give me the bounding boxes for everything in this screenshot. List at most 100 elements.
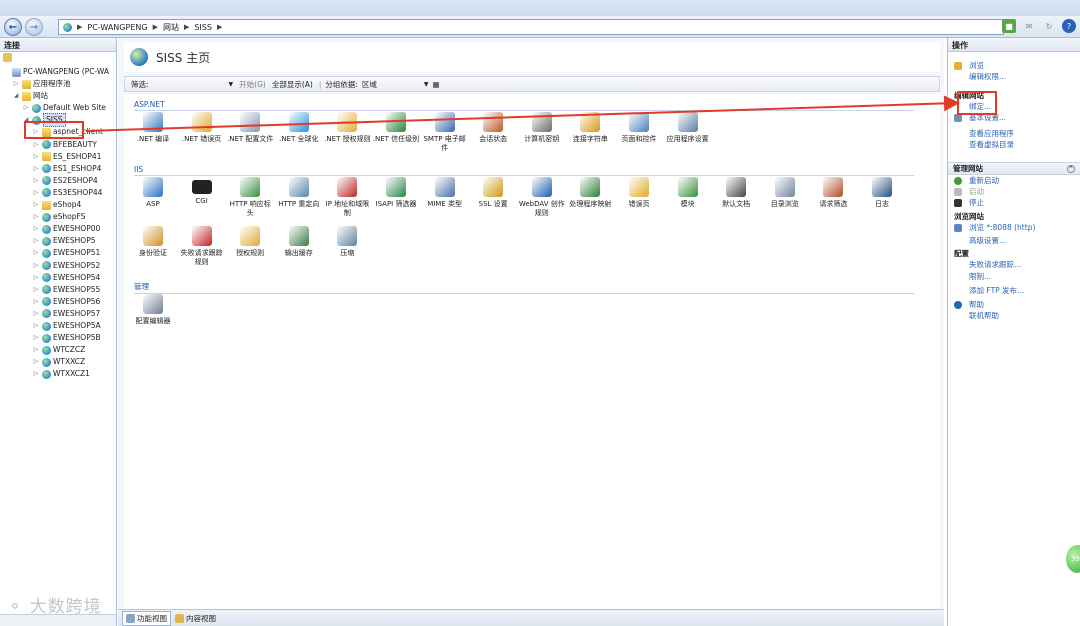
tree-node[interactable]: ▷ EWESHOP57 (0, 308, 116, 320)
tree-node[interactable]: ▷ WTXXCZ (0, 356, 116, 368)
tree-node[interactable]: ▷ 应用程序池 (0, 78, 116, 90)
tree-node[interactable]: ▷ EWESHOP51 (0, 247, 116, 259)
tab-features-view[interactable]: 功能视图 (122, 610, 171, 626)
collapsed-arrow-icon[interactable]: ▷ (32, 151, 40, 163)
forward-button[interactable]: → (25, 18, 43, 36)
tab-content-view[interactable]: 内容视图 (175, 613, 216, 624)
feature-item[interactable]: 身份验证 (129, 226, 177, 258)
go-button[interactable]: 开始(G) (239, 79, 266, 90)
feature-item[interactable]: 处理程序映射 (566, 177, 614, 209)
group-by-select[interactable]: 区域 (362, 79, 424, 90)
feature-item[interactable]: 默认文档 (712, 177, 760, 209)
breadcrumb-item[interactable]: PC-WANGPENG (87, 23, 147, 32)
tree-node[interactable]: ▷ WTCZCZ (0, 344, 116, 356)
feature-item[interactable]: .NET 编译 (129, 112, 177, 144)
server-icon[interactable]: ■ (1002, 19, 1016, 33)
feature-item[interactable]: .NET 错误页 (178, 112, 226, 144)
add-ftp-publishing-link[interactable]: 添加 FTP 发布... (948, 285, 1080, 296)
browse-link[interactable]: 浏览 (948, 60, 1080, 71)
collapsed-arrow-icon[interactable]: ▷ (32, 175, 40, 187)
tree-node[interactable]: ▷ EWESHOP5 (0, 235, 116, 247)
collapsed-arrow-icon[interactable]: ▷ (32, 356, 40, 368)
expanded-arrow-icon[interactable]: ◢ (12, 90, 20, 102)
collapsed-arrow-icon[interactable]: ▷ (32, 284, 40, 296)
feature-item[interactable]: 页面和控件 (615, 112, 663, 144)
feature-item[interactable]: .NET 授权规则 (323, 112, 371, 144)
feature-item[interactable]: ISAPI 筛选器 (372, 177, 420, 209)
tree-node[interactable]: ▷ EWESHOP5B (0, 332, 116, 344)
collapsed-arrow-icon[interactable]: ▷ (32, 260, 40, 272)
help-icon[interactable]: ? (1062, 19, 1076, 33)
collapsed-arrow-icon[interactable]: ▷ (32, 368, 40, 380)
collapsed-arrow-icon[interactable]: ▷ (32, 308, 40, 320)
tree-node[interactable]: ▷ eShopFS (0, 211, 116, 223)
manage-site-heading[interactable]: 管理网站 ^ (948, 162, 1080, 175)
feature-item[interactable]: HTTP 响应标头 (226, 177, 274, 218)
collapsed-arrow-icon[interactable]: ▷ (32, 223, 40, 235)
failed-request-tracing-link[interactable]: 失败请求跟踪... (948, 259, 1080, 270)
online-help-link[interactable]: 联机帮助 (948, 310, 1080, 321)
feature-item[interactable]: 连接字符串 (566, 112, 614, 144)
feature-item[interactable]: SSL 设置 (469, 177, 517, 209)
collapsed-arrow-icon[interactable]: ▷ (32, 211, 40, 223)
collapsed-arrow-icon[interactable]: ▷ (32, 344, 40, 356)
breadcrumb-item[interactable]: SISS (194, 23, 212, 32)
tree-node[interactable]: ▷ EWESHOP55 (0, 284, 116, 296)
collapsed-arrow-icon[interactable]: ▷ (32, 199, 40, 211)
feature-item[interactable]: .NET 信任级别 (372, 112, 420, 144)
collapsed-arrow-icon[interactable]: ▷ (32, 247, 40, 259)
show-all-button[interactable]: 全部显示(A) (272, 79, 313, 90)
feature-item[interactable]: CGI (178, 177, 226, 206)
view-mode-icon[interactable]: ▦ (433, 80, 440, 89)
connect-icon[interactable] (3, 53, 12, 62)
back-button[interactable]: ← (4, 18, 22, 36)
feature-item[interactable]: 会话状态 (469, 112, 517, 144)
feature-item[interactable]: 请求筛选 (809, 177, 857, 209)
tree-node[interactable]: ▷ WTXXCZ1 (0, 368, 116, 380)
collapsed-arrow-icon[interactable]: ▷ (32, 187, 40, 199)
dropdown-arrow-icon[interactable]: ▼ (229, 81, 234, 88)
collapsed-arrow-icon[interactable]: ▷ (32, 235, 40, 247)
feature-item[interactable]: 授权规则 (226, 226, 274, 258)
feature-item[interactable]: 日志 (858, 177, 906, 209)
help-link[interactable]: 帮助 (948, 299, 1080, 310)
tree-node[interactable]: ▷ eShop4 (0, 199, 116, 211)
tree-node[interactable]: ◢ 网站 (0, 90, 116, 102)
collapsed-arrow-icon[interactable]: ▷ (22, 102, 30, 114)
collapse-icon[interactable]: ^ (1067, 165, 1075, 173)
collapsed-arrow-icon[interactable]: ▷ (12, 78, 20, 90)
feature-item[interactable]: 应用程序设置 (664, 112, 712, 144)
tree-node[interactable]: PC-WANGPENG (PC-WA (0, 66, 116, 78)
tree-node[interactable]: ▷ BFEBEAUTY (0, 139, 116, 151)
feature-item[interactable]: 失败请求跟踪规则 (178, 226, 226, 267)
collapsed-arrow-icon[interactable]: ▷ (32, 272, 40, 284)
breadcrumb-item[interactable]: 网站 (163, 22, 179, 33)
limits-link[interactable]: 限制... (948, 271, 1080, 282)
tree-node[interactable]: ▷ ES3ESHOP44 (0, 187, 116, 199)
breadcrumb[interactable]: ▶ PC-WANGPENG ▶ 网站 ▶ SISS ▶ (58, 19, 1004, 35)
collapsed-arrow-icon[interactable]: ▷ (32, 320, 40, 332)
feature-item[interactable]: 模块 (664, 177, 712, 209)
collapsed-arrow-icon[interactable]: ▷ (32, 332, 40, 344)
stop-link[interactable]: 停止 (948, 197, 1080, 208)
feature-item[interactable]: 错误页 (615, 177, 663, 209)
tree-node[interactable]: ▷ ES1_ESHOP4 (0, 163, 116, 175)
feature-item[interactable]: 计算机密钥 (518, 112, 566, 144)
feature-item[interactable]: 配置编辑器 (129, 294, 177, 326)
feature-item[interactable]: 目录浏览 (761, 177, 809, 209)
tree-node[interactable]: ▷ EWESHOP5A (0, 320, 116, 332)
feature-item[interactable]: MIME 类型 (421, 177, 469, 209)
feature-item[interactable]: ASP (129, 177, 177, 209)
feature-item[interactable]: .NET 配置文件 (226, 112, 274, 144)
browse-port-link[interactable]: 浏览 *:8088 (http) (948, 222, 1080, 233)
feature-item[interactable]: 输出缓存 (275, 226, 323, 258)
restart-link[interactable]: 重新启动 (948, 175, 1080, 186)
feature-item[interactable]: .NET 全球化 (275, 112, 323, 144)
tree-node[interactable]: ▷ EWESHOP56 (0, 296, 116, 308)
advanced-settings-link[interactable]: 高级设置... (948, 235, 1080, 246)
feature-item[interactable]: IP 地址和域限制 (323, 177, 371, 218)
feature-item[interactable]: 压缩 (323, 226, 371, 258)
view-applications-link[interactable]: 查看应用程序 (948, 128, 1080, 139)
collapsed-arrow-icon[interactable]: ▷ (32, 163, 40, 175)
feature-item[interactable]: HTTP 重定向 (275, 177, 323, 209)
